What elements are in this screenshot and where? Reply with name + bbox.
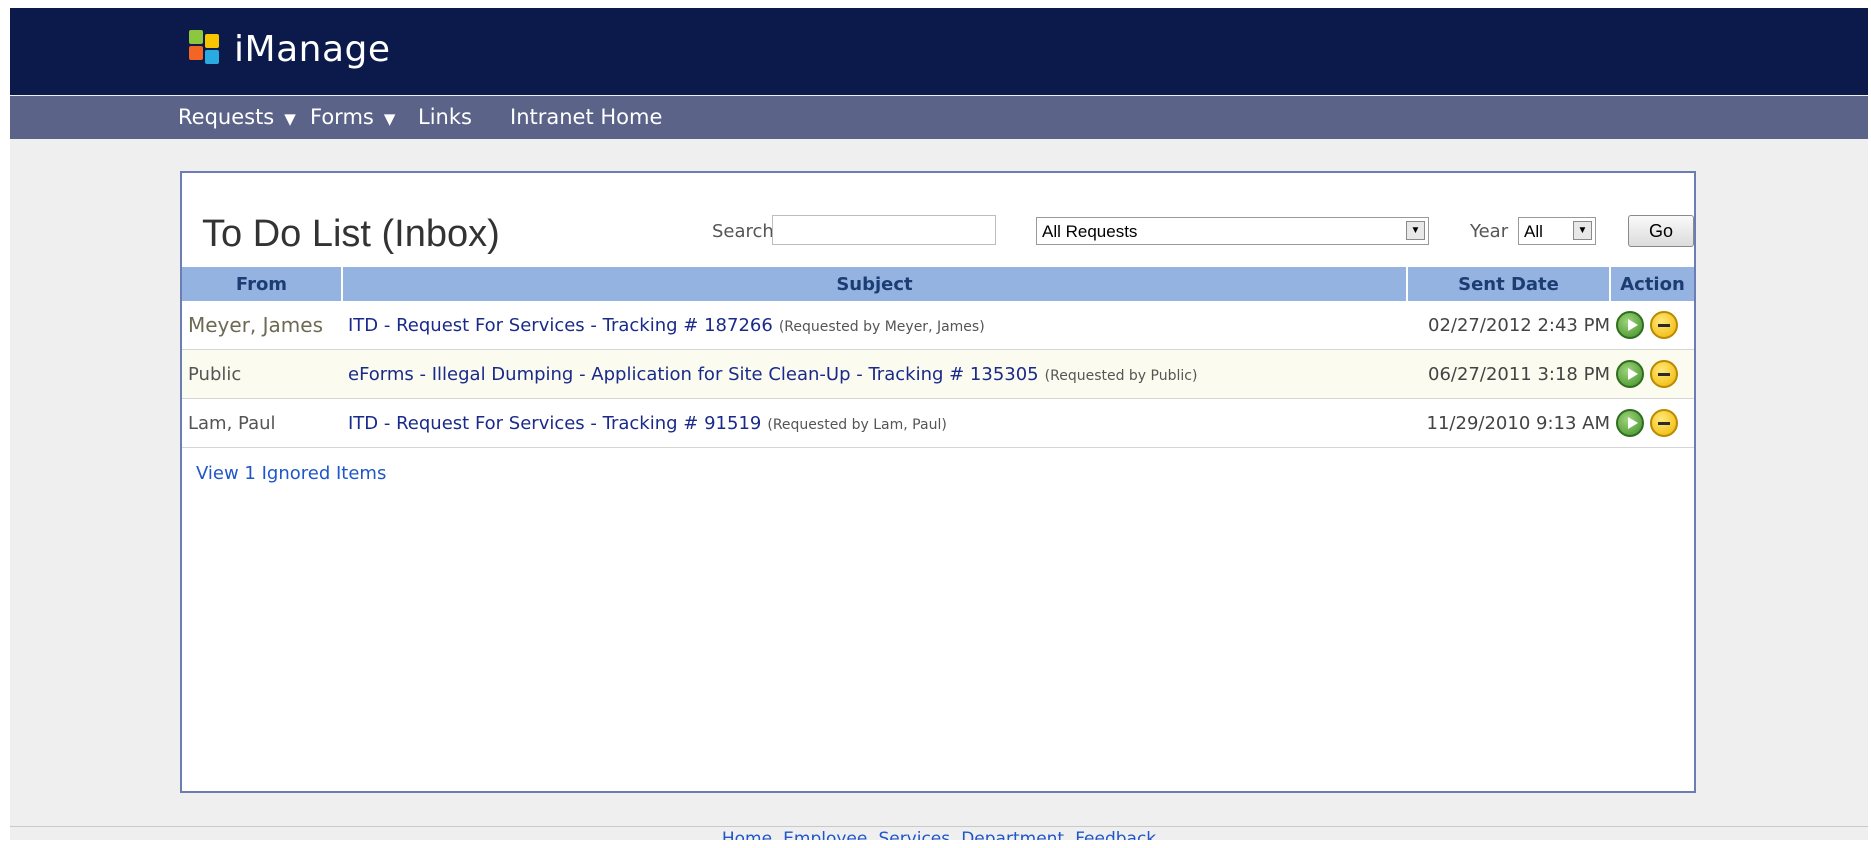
dropdown-caret-icon: ▼: [284, 110, 296, 128]
footer-link-feedback[interactable]: Feedback: [1075, 829, 1156, 840]
nav-forms-label: Forms: [310, 105, 374, 129]
table-header-row: From Subject Sent Date Action: [182, 267, 1694, 301]
table-row: Lam, Paul ITD - Request For Services - T…: [182, 398, 1694, 448]
footer-link-employee[interactable]: Employee: [783, 829, 867, 840]
row-subject-cell: eForms - Illegal Dumping - Application f…: [342, 349, 1407, 399]
row-subject-cell: ITD - Request For Services - Tracking # …: [342, 398, 1407, 448]
footer-link-department[interactable]: Department: [961, 829, 1064, 840]
view-ignored-items-link[interactable]: View 1 Ignored Items: [196, 463, 386, 484]
row-sent-date: 11/29/2010 9:13 AM: [1407, 398, 1610, 448]
ignore-minus-icon[interactable]: [1650, 311, 1678, 339]
request-type-value: All Requests: [1042, 222, 1138, 241]
nav-requests-label: Requests: [178, 105, 275, 129]
footer-link-services[interactable]: Services: [878, 829, 950, 840]
column-header-sent-date[interactable]: Sent Date: [1407, 267, 1611, 301]
ignore-minus-icon[interactable]: [1650, 409, 1678, 437]
nav-requests[interactable]: Requests ▼: [178, 96, 296, 139]
footer-links: Home Employee Services Department Feedba…: [10, 829, 1868, 840]
year-select[interactable]: All ▼: [1518, 217, 1596, 245]
row-actions: [1610, 349, 1694, 399]
row-subject-link[interactable]: eForms - Illegal Dumping - Application f…: [348, 364, 1039, 385]
row-subject-link[interactable]: ITD - Request For Services - Tracking # …: [348, 315, 773, 336]
request-type-select[interactable]: All Requests ▼: [1036, 217, 1429, 245]
nav-forms[interactable]: Forms ▼: [310, 96, 395, 139]
row-from: Public: [182, 349, 342, 399]
row-subject-link[interactable]: ITD - Request For Services - Tracking # …: [348, 413, 761, 434]
dropdown-caret-icon: ▼: [383, 110, 396, 128]
row-from: Lam, Paul: [182, 398, 342, 448]
open-arrow-icon[interactable]: [1616, 311, 1644, 339]
row-requested-by: (Requested by Meyer, James): [778, 318, 985, 335]
app-name: iManage: [234, 28, 391, 70]
year-value: All: [1524, 222, 1543, 241]
logo-squares-icon: [188, 28, 230, 70]
footer-divider: [10, 826, 1868, 827]
year-label: Year: [1470, 221, 1509, 242]
row-requested-by: (Requested by Public): [1044, 367, 1198, 384]
row-sent-date: 06/27/2011 3:18 PM: [1407, 349, 1610, 399]
app-frame: iManage Requests ▼ Forms ▼ Links Intranet …: [10, 8, 1868, 840]
open-arrow-icon[interactable]: [1616, 360, 1644, 388]
todo-panel: To Do List (Inbox) Search All Requests ▼…: [180, 171, 1696, 793]
row-actions: [1610, 301, 1694, 350]
inbox-table: From Subject Sent Date Action Meyer, Jam…: [182, 267, 1694, 448]
ignore-minus-icon[interactable]: [1650, 360, 1678, 388]
column-header-from[interactable]: From: [182, 267, 343, 301]
main-nav: Requests ▼ Forms ▼ Links Intranet Home: [10, 96, 1868, 139]
row-sent-date: 02/27/2012 2:43 PM: [1407, 301, 1610, 350]
nav-intranet-home[interactable]: Intranet Home: [510, 96, 662, 139]
search-label: Search: [712, 221, 774, 242]
table-row: Public eForms - Illegal Dumping - Applic…: [182, 349, 1694, 399]
dropdown-arrow-icon: ▼: [1573, 221, 1592, 240]
open-arrow-icon[interactable]: [1616, 409, 1644, 437]
row-from: Meyer, James: [182, 301, 342, 350]
column-header-action: Action: [1610, 267, 1694, 301]
row-requested-by: (Requested by Lam, Paul): [767, 416, 947, 433]
go-button[interactable]: Go: [1628, 215, 1694, 247]
row-subject-cell: ITD - Request For Services - Tracking # …: [342, 301, 1407, 350]
search-input[interactable]: [772, 215, 996, 245]
app-logo[interactable]: iManage: [188, 28, 391, 70]
nav-links[interactable]: Links: [418, 96, 472, 139]
page-title: To Do List (Inbox): [202, 213, 500, 255]
top-banner: iManage: [10, 8, 1868, 95]
dropdown-arrow-icon: ▼: [1406, 221, 1425, 240]
table-row: Meyer, James ITD - Request For Services …: [182, 301, 1694, 350]
footer-link-home[interactable]: Home: [722, 829, 772, 840]
row-actions: [1610, 398, 1694, 448]
column-header-subject[interactable]: Subject: [342, 267, 1408, 301]
